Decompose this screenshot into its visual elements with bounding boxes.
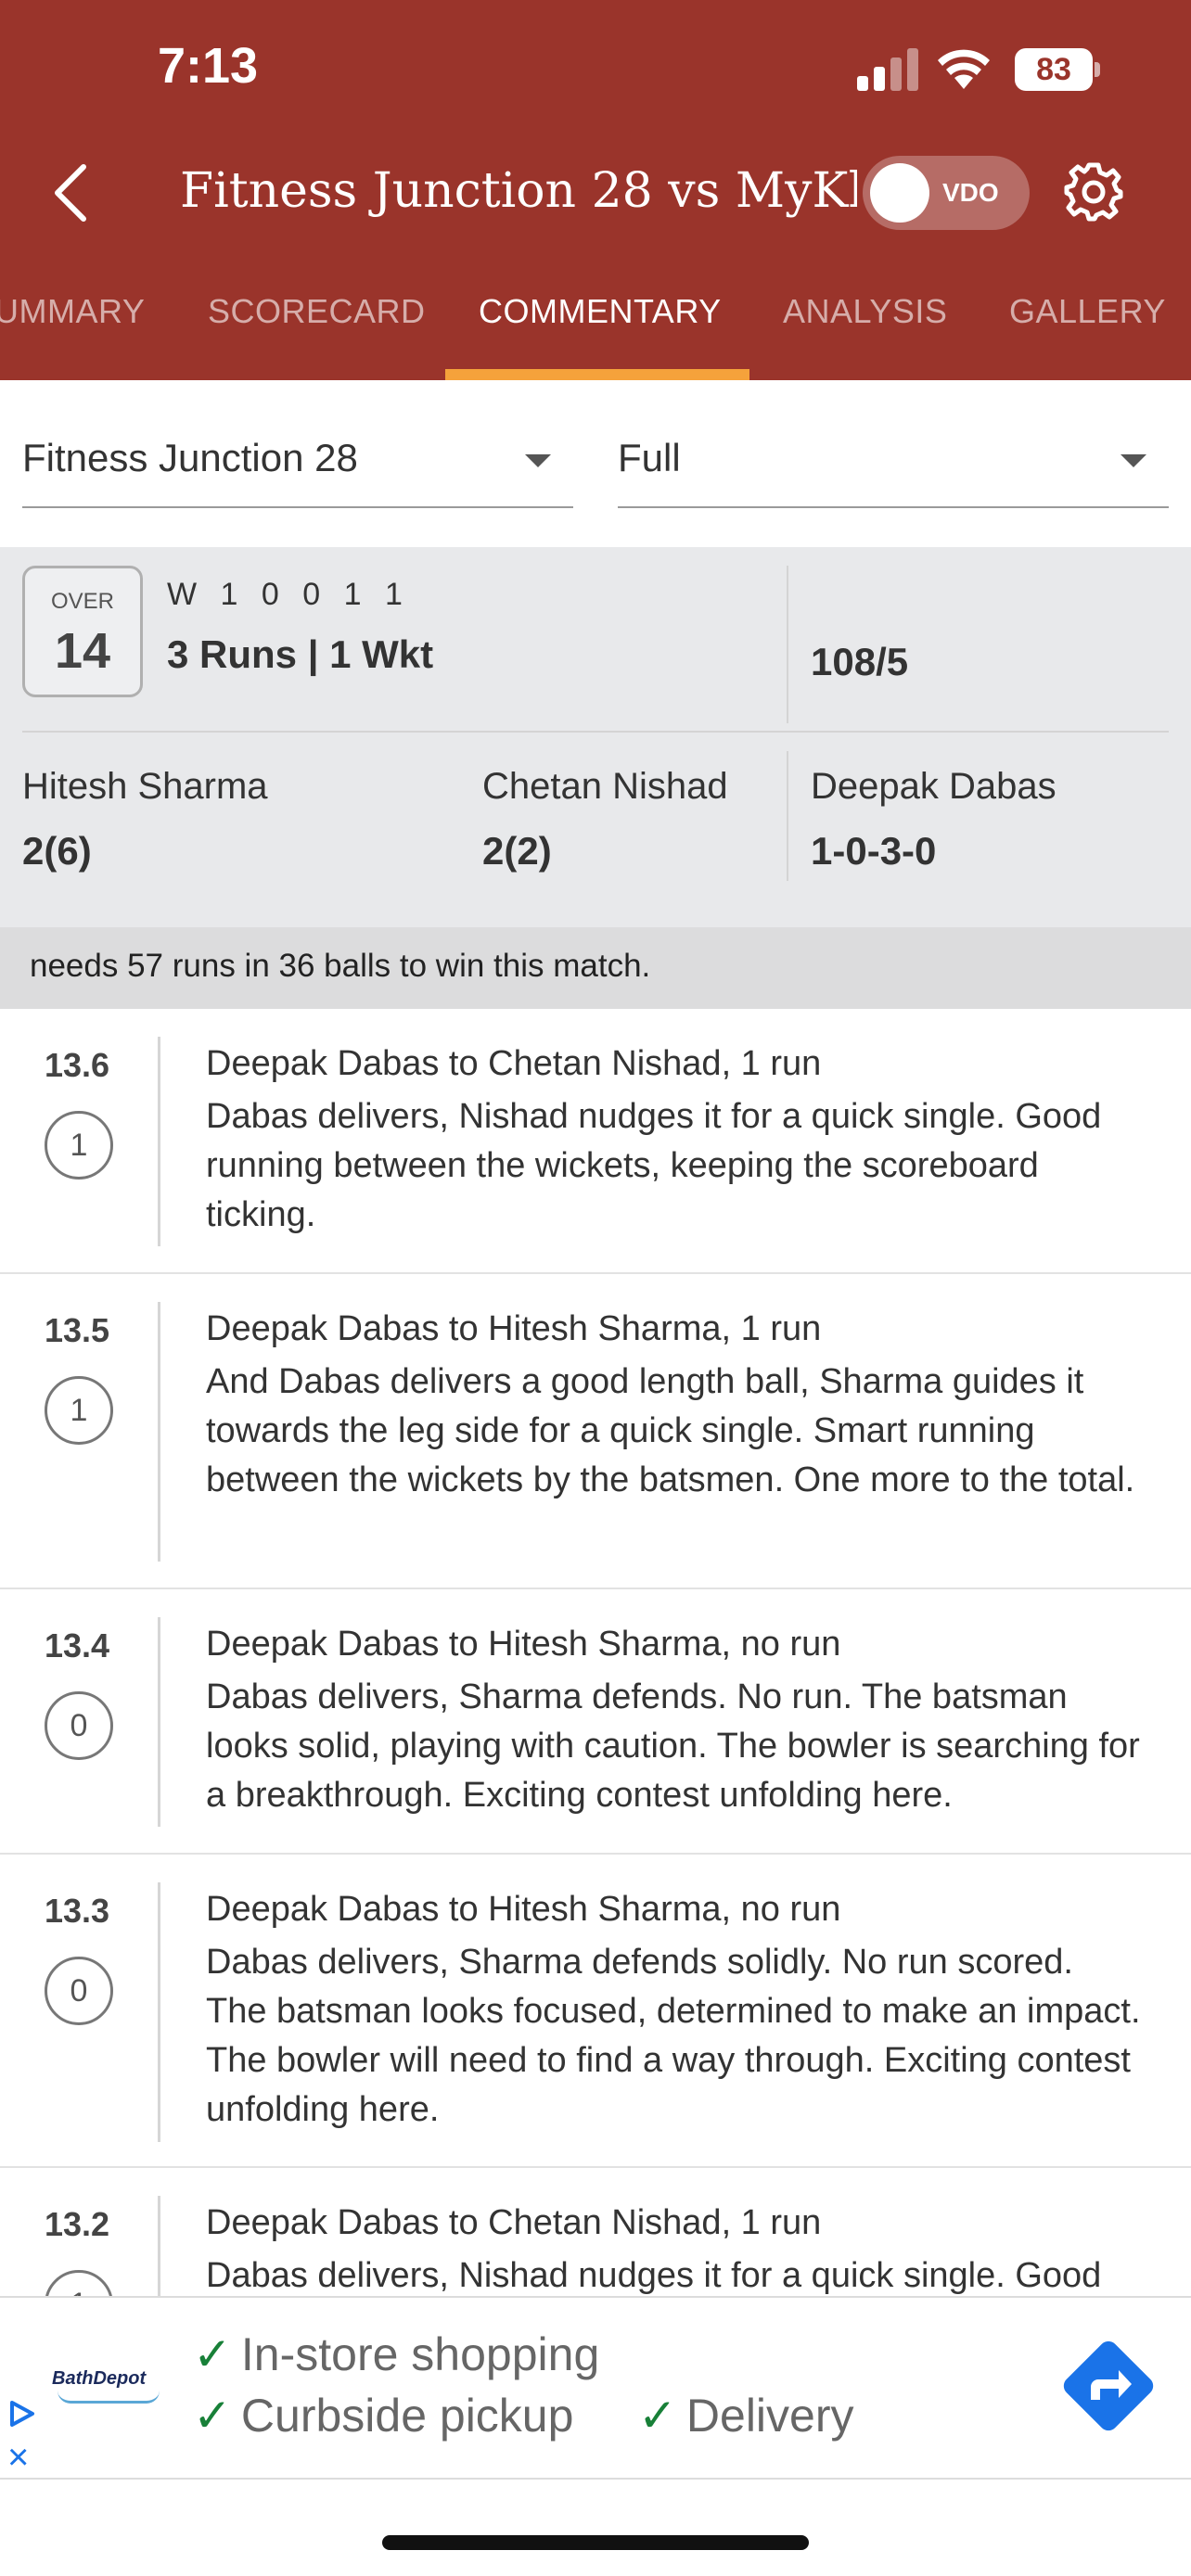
mode-dropdown-value: Full (618, 436, 681, 479)
batter1-name: Hitesh Sharma (22, 766, 268, 807)
ad-logo-swoosh (58, 2391, 160, 2404)
batter1-score: 2(6) (22, 829, 92, 873)
divider (787, 751, 788, 881)
adchoices-icon[interactable] (7, 2400, 35, 2428)
battery-tip (1095, 62, 1100, 77)
commentary-text: Dabas delivers, Sharma defends. No run. … (206, 1677, 1140, 1815)
over-badge: OVER 14 (22, 566, 143, 697)
divider (158, 1882, 160, 2142)
home-indicator (382, 2535, 809, 2550)
gear-icon[interactable] (1063, 161, 1124, 223)
team-score: 108/5 (811, 640, 909, 683)
ad-curbside-text: Curbside pickup (240, 2390, 574, 2442)
commentary-item: 13.4 0 Deepak Dabas to Hitesh Sharma, no… (0, 1589, 1191, 1855)
runs-badge: 0 (45, 1957, 113, 2025)
commentary-title: Deepak Dabas to Hitesh Sharma, no run (206, 1625, 841, 1664)
tab-gallery[interactable]: GALLERY (1009, 269, 1166, 380)
divider (22, 731, 1169, 733)
check-icon: ✓ (193, 2390, 232, 2442)
ad-line-3: ✓ Delivery (638, 2389, 854, 2442)
filter-bar: Fitness Junction 28 Full (0, 380, 1191, 547)
match-title: Fitness Junction 28 vs MyKhel (180, 163, 857, 219)
status-time: 7:13 (158, 38, 259, 94)
bowler-figures: 1-0-3-0 (811, 829, 937, 873)
commentary-text: And Dabas delivers a good length ball, S… (206, 1362, 1135, 1499)
vdo-label: VDO (942, 178, 999, 207)
commentary-item: 13.3 0 Deepak Dabas to Hitesh Sharma, no… (0, 1855, 1191, 2168)
team-dropdown[interactable]: Fitness Junction 28 (22, 415, 573, 508)
runs-badge: 1 (45, 1376, 113, 1445)
ad-banner[interactable]: BathDepot × ✓ In-store shopping ✓ Curbside… (0, 2296, 1191, 2480)
ad-line-1: ✓ In-store shopping (193, 2327, 599, 2381)
tab-bar: UMMARY SCORECARD COMMENTARY ANALYSIS GAL… (0, 269, 1191, 380)
check-icon: ✓ (638, 2390, 677, 2442)
commentary-title: Deepak Dabas to Chetan Nishad, 1 run (206, 1044, 822, 1083)
ball-over: 13.5 (45, 1311, 110, 1349)
battery-indicator: 83 (1015, 48, 1100, 91)
commentary-title: Deepak Dabas to Hitesh Sharma, no run (206, 1890, 841, 1929)
tab-summary[interactable]: UMMARY (0, 269, 145, 380)
over-label: OVER (50, 589, 114, 614)
toggle-knob (870, 163, 929, 223)
team-dropdown-value: Fitness Junction 28 (22, 436, 358, 479)
tab-scorecard[interactable]: SCORECARD (208, 269, 426, 380)
tab-commentary[interactable]: COMMENTARY (479, 269, 722, 380)
divider (158, 1302, 160, 1562)
commentary-title: Deepak Dabas to Chetan Nishad, 1 run (206, 2203, 822, 2242)
chevron-down-icon (1121, 454, 1146, 467)
over-number: 14 (54, 623, 111, 679)
battery-level: 83 (1015, 48, 1093, 91)
chevron-down-icon (525, 454, 551, 467)
wifi-icon (938, 49, 990, 89)
vdo-toggle[interactable]: VDO (863, 156, 1030, 230)
ball-over: 13.4 (45, 1626, 110, 1664)
app-header: 7:13 83 Fitness Junction 28 vs MyKhel VD… (0, 0, 1191, 380)
active-tab-indicator (445, 369, 749, 380)
target-text: needs 57 runs in 36 balls to win this ma… (30, 948, 651, 984)
ad-delivery-text: Delivery (685, 2390, 854, 2442)
commentary-item: 13.6 1 Deepak Dabas to Chetan Nishad, 1 … (0, 1009, 1191, 1274)
commentary-item: 13.5 1 Deepak Dabas to Hitesh Sharma, 1 … (0, 1274, 1191, 1589)
divider (158, 1617, 160, 1827)
back-chevron-icon[interactable] (45, 159, 100, 226)
ad-close-icon[interactable]: × (7, 2439, 29, 2476)
target-banner: needs 57 runs in 36 balls to win this ma… (0, 927, 1191, 1009)
status-bar: 7:13 83 (0, 0, 1191, 139)
check-icon: ✓ (193, 2328, 232, 2380)
over-runs-wickets: 3 Runs | 1 Wkt (167, 632, 434, 676)
commentary-text: Dabas delivers, Nishad nudges it for a q… (206, 2256, 1102, 2295)
directions-arrow-icon[interactable] (1057, 2335, 1159, 2437)
ad-brand-logo: BathDepot (52, 2368, 147, 2389)
ad-instore-text: In-store shopping (240, 2328, 600, 2380)
cellular-signal-icon (857, 48, 918, 91)
ad-line-2: ✓ Curbside pickup (193, 2389, 573, 2442)
ball-over: 13.3 (45, 1892, 110, 1930)
title-row: Fitness Junction 28 vs MyKhel VDO (0, 139, 1191, 250)
runs-badge: 0 (45, 1691, 113, 1760)
batter2-score: 2(2) (482, 829, 552, 873)
tab-analysis[interactable]: ANALYSIS (783, 269, 947, 380)
mode-dropdown[interactable]: Full (618, 415, 1169, 508)
commentary-text: Dabas delivers, Sharma defends solidly. … (206, 1943, 1141, 2129)
over-summary: OVER 14 W 1 0 0 1 1 3 Runs | 1 Wkt 108/5… (0, 547, 1191, 927)
divider (158, 1037, 160, 1246)
ball-over: 13.6 (45, 1046, 110, 1084)
commentary-title: Deepak Dabas to Hitesh Sharma, 1 run (206, 1309, 822, 1348)
ball-over: 13.2 (45, 2205, 110, 2243)
divider (787, 566, 788, 723)
commentary-text: Dabas delivers, Nishad nudges it for a q… (206, 1097, 1102, 1234)
runs-badge: 1 (45, 1111, 113, 1180)
bowler-name: Deepak Dabas (811, 766, 1057, 807)
batter2-name: Chetan Nishad (482, 766, 728, 807)
over-balls: W 1 0 0 1 1 (167, 577, 410, 612)
